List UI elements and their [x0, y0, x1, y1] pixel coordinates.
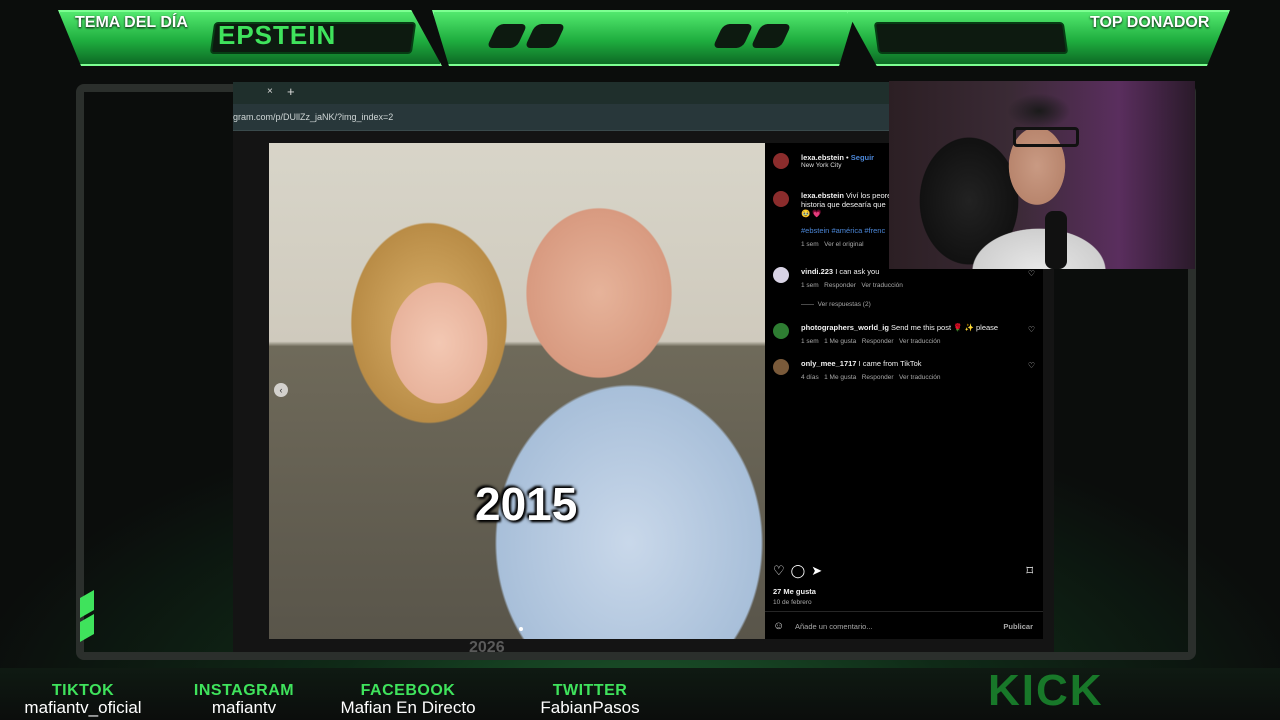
- social-instagram: INSTAGRAM mafiantv: [188, 682, 300, 718]
- avatar[interactable]: [773, 153, 789, 169]
- reply-link[interactable]: Responder: [824, 282, 856, 289]
- microphone-shape: [1045, 211, 1067, 269]
- emoji-icon[interactable]: ☺: [773, 620, 784, 632]
- share-icon[interactable]: ➤: [811, 563, 828, 578]
- comment-icon[interactable]: ◯: [791, 563, 812, 578]
- comment-like-icon[interactable]: ♡: [1028, 361, 1035, 370]
- comment-username[interactable]: vindi.223: [801, 267, 833, 276]
- see-original-link[interactable]: Ver el original: [824, 241, 863, 248]
- like-icon[interactable]: ♡: [773, 563, 791, 578]
- translate-link[interactable]: Ver traducción: [899, 374, 941, 381]
- carousel-dot: [519, 627, 523, 631]
- reply-link[interactable]: Responder: [862, 374, 894, 381]
- post-actions: ♡◯➤: [773, 563, 828, 579]
- webcam-feed: [889, 81, 1195, 269]
- caption-text: Viví los peore: [846, 191, 892, 200]
- comment-box: ☺ Añade un comentario... Publicar: [765, 611, 1043, 640]
- publish-button[interactable]: Publicar: [1003, 622, 1033, 631]
- tema-del-dia-label: TEMA DEL DÍA: [75, 14, 188, 31]
- glasses-shape: [1013, 127, 1079, 147]
- tema-del-dia-value: EPSTEIN: [218, 20, 337, 50]
- post-date: 10 de febrero: [773, 599, 812, 606]
- reply-link[interactable]: Responder: [862, 338, 894, 345]
- close-tab-icon[interactable]: ×: [267, 86, 273, 97]
- social-handle: FabianPasos: [540, 698, 640, 717]
- social-facebook: FACEBOOK Mafian En Directo: [326, 682, 490, 718]
- translate-link[interactable]: Ver traducción: [899, 338, 941, 345]
- comment-text: Send me this post 🌹 ✨ please: [891, 323, 999, 332]
- comment-input[interactable]: Añade un comentario...: [795, 622, 873, 631]
- comment-like-icon[interactable]: ♡: [1028, 269, 1035, 278]
- social-handle: mafiantv_oficial: [24, 698, 142, 717]
- top-banner: TEMA DEL DÍA EPSTEIN TOP DONADOR: [0, 0, 1280, 80]
- comment-likes[interactable]: 1 Me gusta: [824, 338, 856, 345]
- photo-year-overlay: 2015: [475, 478, 578, 530]
- avatar[interactable]: [773, 191, 789, 207]
- comment-likes[interactable]: 1 Me gusta: [824, 374, 856, 381]
- stream-caption-year: 2026: [469, 639, 505, 652]
- social-handle: mafiantv: [211, 698, 277, 717]
- follow-button[interactable]: Seguir: [851, 153, 874, 162]
- previous-image-icon[interactable]: ‹: [274, 383, 288, 397]
- avatar[interactable]: [773, 323, 789, 339]
- caption-author[interactable]: lexa.ebstein: [801, 191, 844, 200]
- comment-item: photographers_world_ig Send me this post…: [773, 323, 1035, 353]
- comment-text: I can ask you: [835, 267, 880, 276]
- post-photo[interactable]: ‹ 2015: [269, 143, 765, 639]
- avatar[interactable]: [773, 359, 789, 375]
- like-count[interactable]: 27 Me gusta: [773, 587, 816, 596]
- bookmark-icon[interactable]: ⌑: [1026, 563, 1033, 579]
- view-replies-link[interactable]: Ver respuestas (2): [818, 301, 871, 308]
- social-twitter: TWITTER FabianPasos: [530, 682, 650, 718]
- comment-time: 1 sem: [801, 338, 819, 345]
- comment-username[interactable]: only_mee_1717: [801, 359, 856, 368]
- comment-item: only_mee_1717 I came from TikTok 4 días …: [773, 359, 1035, 389]
- author-username[interactable]: lexa.ebstein: [801, 153, 844, 162]
- comment-like-icon[interactable]: ♡: [1028, 325, 1035, 334]
- comment-text: I came from TikTok: [858, 359, 922, 368]
- translate-link[interactable]: Ver traducción: [861, 282, 903, 289]
- caption-time: 1 sem: [801, 241, 819, 248]
- social-tiktok: TIKTOK mafiantv_oficial: [18, 682, 148, 718]
- kick-logo: KICK: [988, 666, 1104, 715]
- url-text[interactable]: gram.com/p/DUllZz_jaNK/?img_index=2: [233, 112, 393, 122]
- comment-time: 4 días: [801, 374, 819, 381]
- donador-slot: [873, 22, 1069, 54]
- top-donador-label: TOP DONADOR: [1090, 14, 1210, 31]
- social-handle: Mafian En Directo: [340, 698, 476, 717]
- avatar[interactable]: [773, 267, 789, 283]
- comment-username[interactable]: photographers_world_ig: [801, 323, 889, 332]
- comment-time: 1 sem: [801, 282, 819, 289]
- comment-item: vindi.223 I can ask you 1 sem Responder …: [773, 267, 1035, 308]
- new-tab-icon[interactable]: +: [287, 84, 295, 99]
